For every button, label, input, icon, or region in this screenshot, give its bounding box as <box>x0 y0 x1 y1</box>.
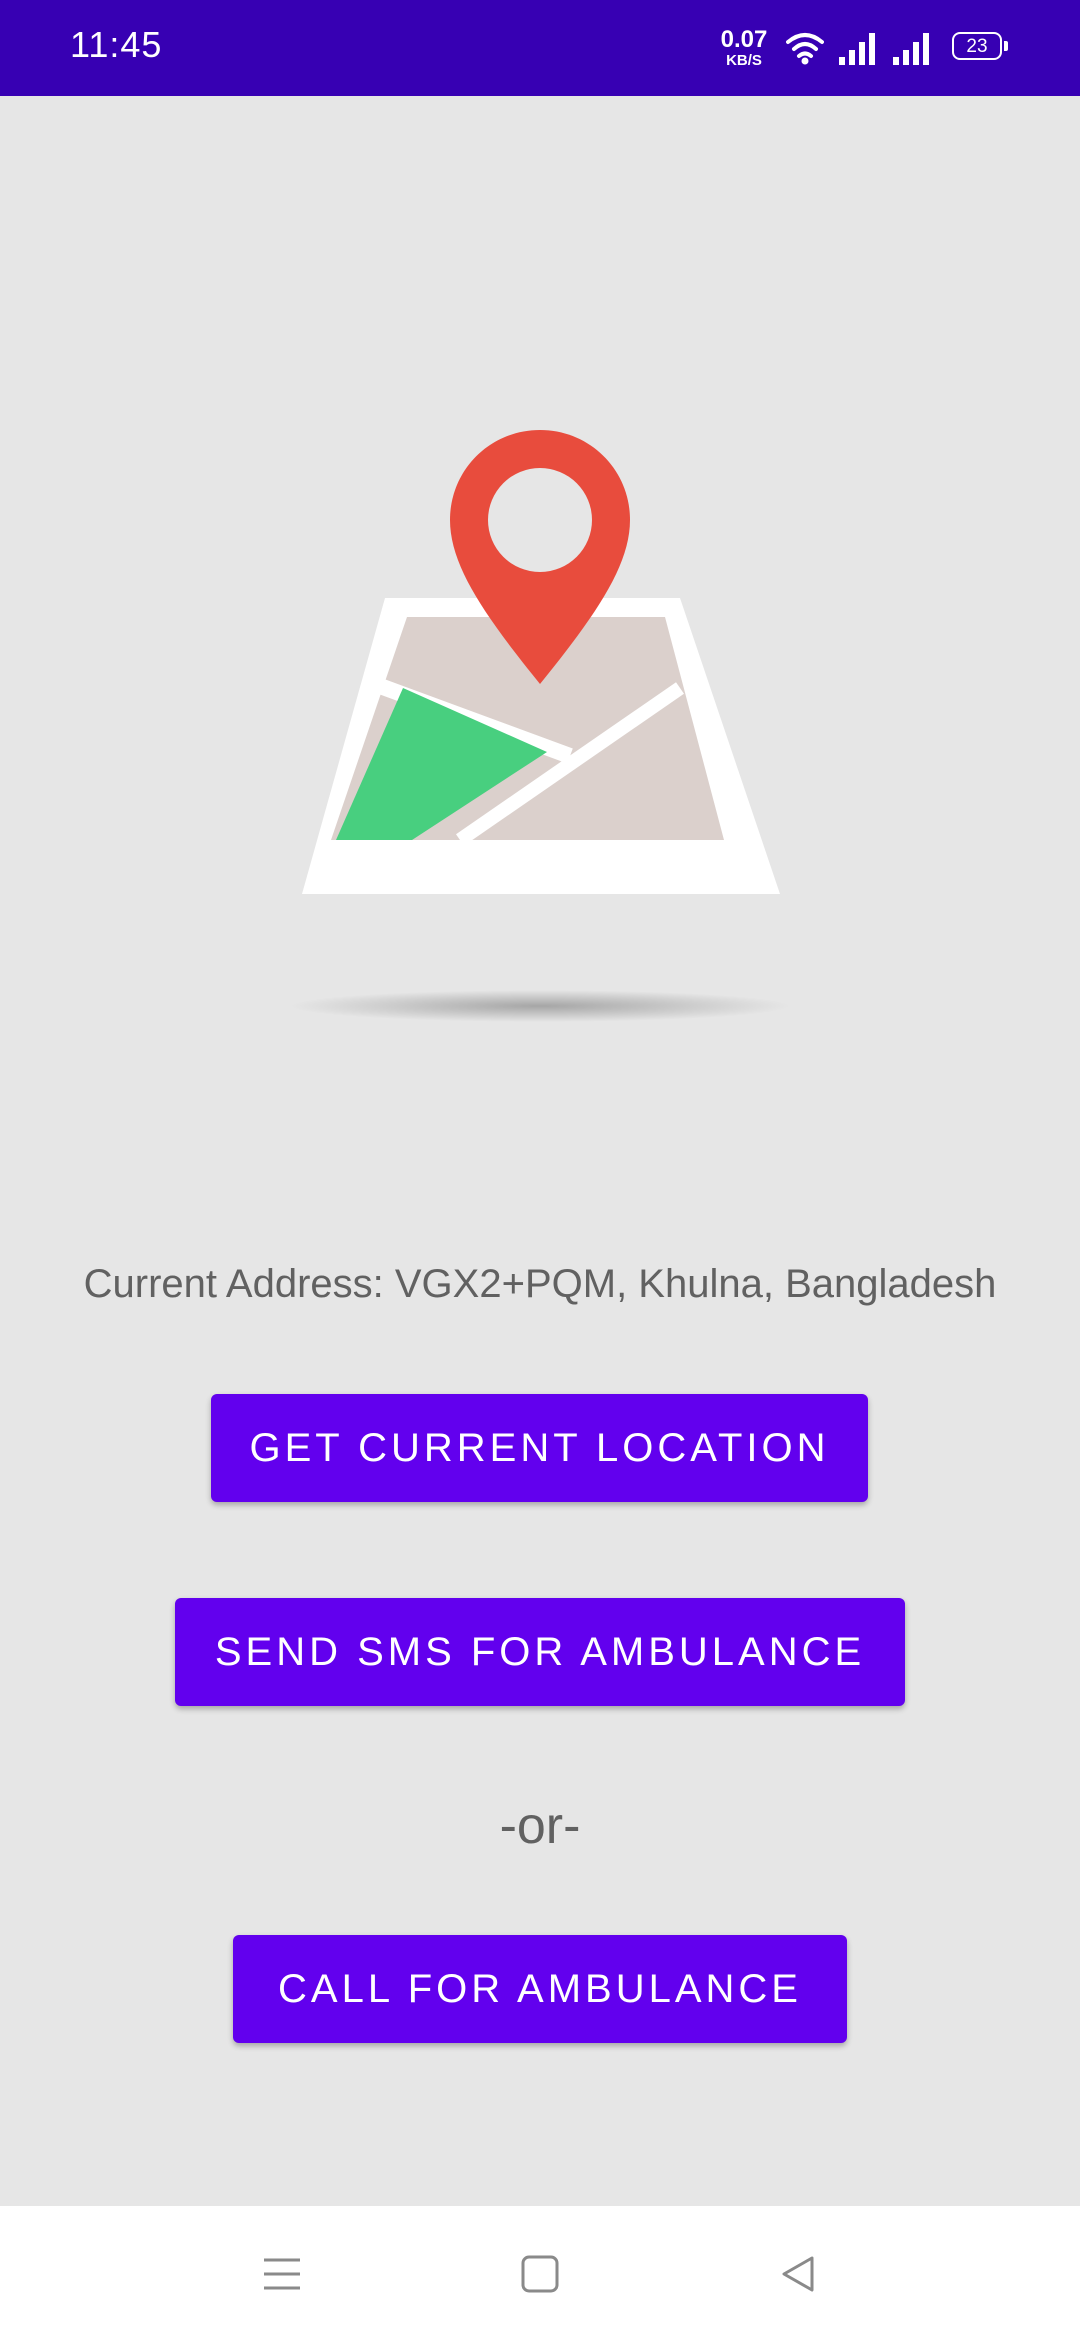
battery-icon: 23 <box>952 32 1010 62</box>
signal-2-icon <box>893 33 929 65</box>
home-icon[interactable] <box>516 2250 564 2298</box>
status-bar: 11:45 0.07 KB/S 23 <box>0 0 1080 96</box>
send-sms-ambulance-button[interactable]: SEND SMS FOR AMBULANCE <box>175 1598 905 1706</box>
battery-level: 23 <box>966 35 988 57</box>
screen: 11:45 0.07 KB/S 23 Current Address: VGX2… <box>0 0 1080 2340</box>
signal-1-icon <box>839 33 875 65</box>
or-separator: -or- <box>499 1797 581 1855</box>
current-address: Current Address: VGX2+PQM, Khulna, Bangl… <box>83 1262 997 1306</box>
wifi-icon <box>786 33 824 65</box>
network-speed: 0.07 KB/S <box>716 26 772 69</box>
status-time: 11:45 <box>70 24 163 65</box>
back-icon[interactable] <box>774 2250 822 2298</box>
navigation-bar <box>0 2206 1080 2340</box>
main-content: Current Address: VGX2+PQM, Khulna, Bangl… <box>0 96 1080 2206</box>
map-pin-illustration <box>290 430 790 1022</box>
get-current-location-button[interactable]: GET CURRENT LOCATION <box>211 1394 868 1502</box>
call-ambulance-button[interactable]: CALL FOR AMBULANCE <box>233 1935 847 2043</box>
network-speed-value: 0.07 <box>720 26 768 53</box>
network-speed-unit: KB/S <box>726 52 762 69</box>
menu-icon[interactable] <box>258 2250 306 2298</box>
